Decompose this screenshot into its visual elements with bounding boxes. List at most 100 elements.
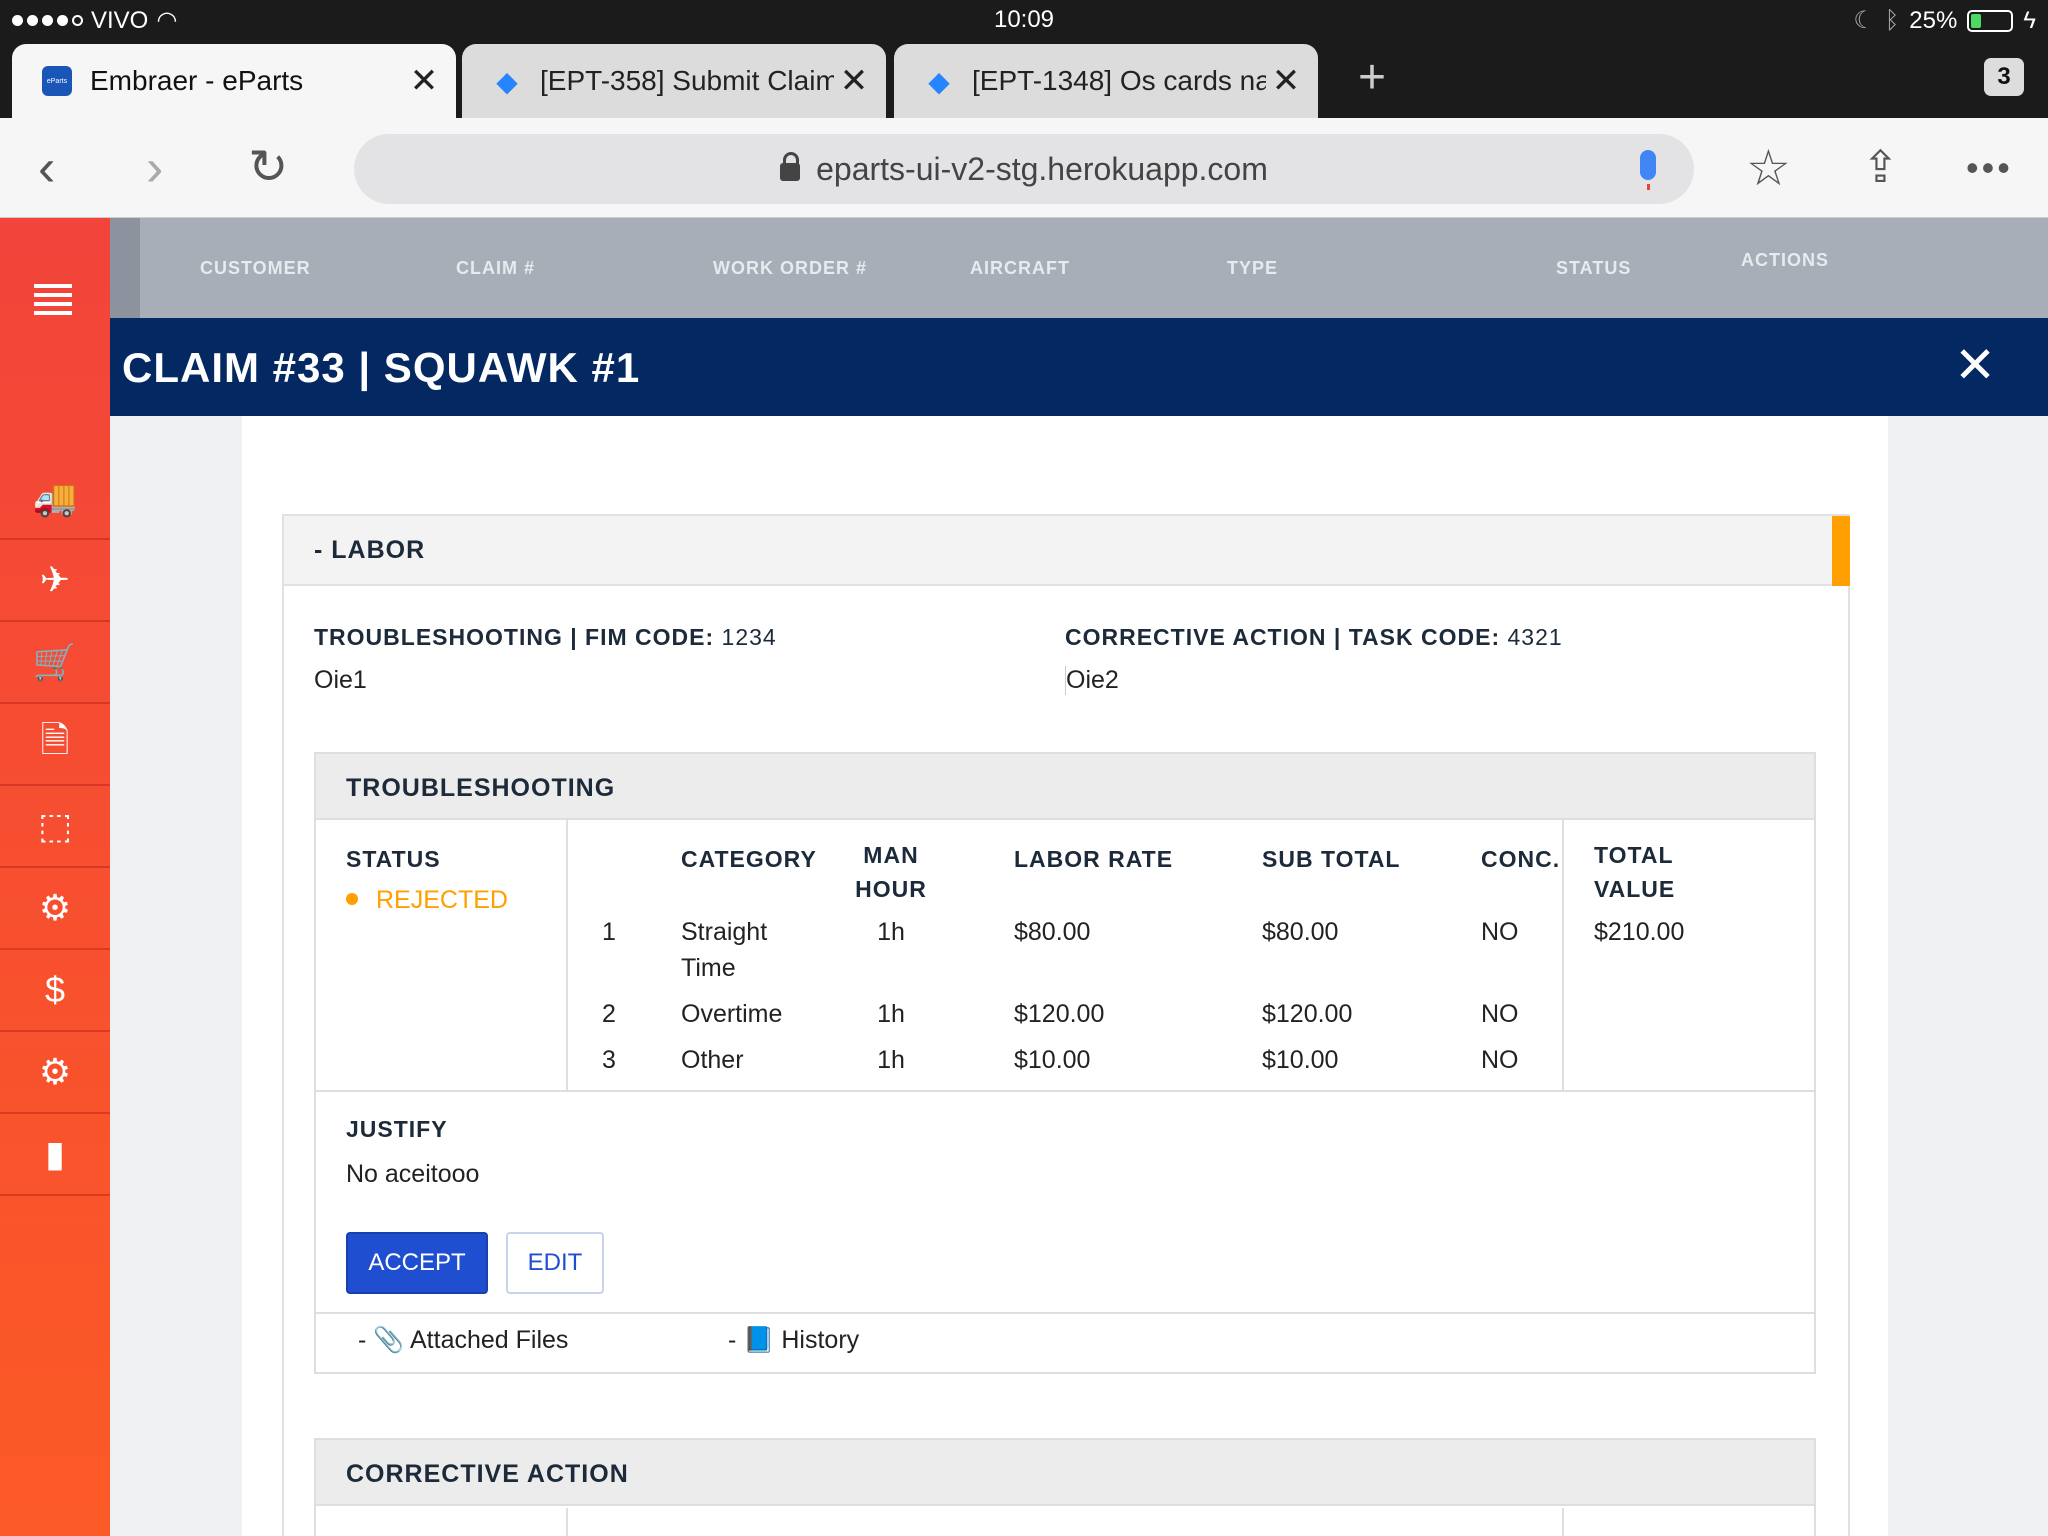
airplane-icon: ✈ <box>39 559 71 600</box>
cart-icon: 🛒 <box>32 641 78 682</box>
row-man-hour: 1h <box>877 1000 905 1028</box>
troubleshooting-panel: TROUBLESHOOTING STATUS REJECTED CATEGORY… <box>314 752 1816 1374</box>
battery-icon <box>1967 9 2014 32</box>
package-return-icon: ⬚ <box>37 805 72 846</box>
sidebar-item-exchange[interactable]: ⚙ <box>0 868 110 950</box>
row-conc: NO <box>1481 1046 1519 1074</box>
close-tab-icon[interactable]: ✕ <box>404 61 444 101</box>
tab-ept-358[interactable]: ◆ [EPT-358] Submit Claim ✕ <box>462 44 886 118</box>
sub-total-header: SUB TOTAL <box>1262 846 1401 872</box>
gear-exchange-icon: ⚙ <box>38 887 72 928</box>
close-modal-icon[interactable]: ✕ <box>1954 336 1996 394</box>
app-sidebar: 🚚 ✈ 🛒 🗎 ⬚ ⚙ $ ⚙ ▮ <box>0 218 110 1536</box>
column-status[interactable]: STATUS <box>1556 258 1631 279</box>
troubleshooting-panel-title: TROUBLESHOOTING <box>346 774 616 802</box>
column-actions: ACTIONS <box>1741 250 1829 270</box>
modal-title: CLAIM #33 | SQUAWK #1 <box>122 344 641 391</box>
row-sub-total: $120.00 <box>1262 1000 1353 1028</box>
sidebar-item-reports[interactable]: ▮ <box>0 1114 110 1196</box>
labor-section: - LABOR TROUBLESHOOTING | FIM CODE: 1234… <box>282 514 1850 1536</box>
column-work-order[interactable]: WORK ORDER # <box>713 258 867 279</box>
share-icon[interactable]: ⇪ <box>1862 140 1899 196</box>
row-number: 2 <box>602 1000 616 1028</box>
column-claim-number[interactable]: CLAIM # <box>456 258 535 279</box>
sidebar-item-orders[interactable]: 🛒 <box>0 622 110 704</box>
bookmark-star-icon[interactable]: ☆ <box>1746 140 1791 196</box>
labor-rate-header: LABOR RATE <box>1014 846 1174 872</box>
attached-files-link[interactable]: - 📎 Attached Files <box>358 1326 568 1355</box>
tab-title: [EPT-358] Submit Claim <box>540 65 834 96</box>
modal-header: CLAIM #33 | SQUAWK #1 ✕ <box>110 318 2048 416</box>
moon-icon: ☾ <box>1853 7 1875 34</box>
troubleshooting-description: Oie1 <box>314 666 367 694</box>
gears-icon: ⚙ <box>38 1051 72 1092</box>
row-sub-total: $80.00 <box>1262 918 1339 946</box>
labor-table: STATUS REJECTED CATEGORY MAN HOUR LABOR … <box>316 820 1814 1092</box>
task-code-value: 4321 <box>1507 624 1563 650</box>
browser-tab-strip: eParts Embraer - eParts ✕ ◆ [EPT-358] Su… <box>0 40 2048 118</box>
browser-toolbar: ‹ › ↻ eparts-ui-v2-stg.herokuapp.com ☆ ⇪… <box>0 118 2048 218</box>
status-badge: REJECTED <box>346 886 508 915</box>
row-category: Straight Time <box>681 918 768 982</box>
attachments-bar: - 📎 Attached Files - 📘 History <box>316 1314 1814 1372</box>
row-labor-rate: $120.00 <box>1014 1000 1105 1028</box>
document-icon: 🗎 <box>40 718 70 760</box>
status-right: ☾ ᛒ 25% ϟ <box>1853 6 2036 35</box>
justify-label: JUSTIFY <box>346 1116 448 1142</box>
tab-count-button[interactable]: 3 <box>1984 58 2024 96</box>
tab-eparts[interactable]: eParts Embraer - eParts ✕ <box>12 44 456 118</box>
corrective-action-panel-header: CORRECTIVE ACTION <box>316 1440 1814 1506</box>
row-category: Other <box>681 1046 744 1074</box>
sidebar-item-aircraft[interactable]: ✈ <box>0 540 110 622</box>
sidebar-item-documents[interactable]: 🗎 <box>0 704 110 786</box>
forward-arrow-icon[interactable]: › <box>146 140 163 196</box>
troubleshooting-panel-header: TROUBLESHOOTING <box>316 754 1814 820</box>
man-hour-header: MAN HOUR <box>855 842 927 902</box>
sidebar-item-returns[interactable]: ⬚ <box>0 786 110 868</box>
history-link[interactable]: - 📘 History <box>728 1326 859 1355</box>
sidebar-item-finance[interactable]: $ <box>0 950 110 1032</box>
back-arrow-icon[interactable]: ‹ <box>38 140 55 196</box>
column-aircraft[interactable]: AIRCRAFT <box>970 258 1070 279</box>
status-header: STATUS <box>346 846 441 872</box>
row-conc: NO <box>1481 1000 1519 1028</box>
eparts-logo-icon: eParts <box>42 66 72 96</box>
row-sub-total: $10.00 <box>1262 1046 1339 1074</box>
justify-area: JUSTIFY No aceitooo ACCEPT EDIT <box>316 1092 1814 1314</box>
close-tab-icon[interactable]: ✕ <box>834 61 874 101</box>
close-tab-icon[interactable]: ✕ <box>1266 61 1306 101</box>
book-icon: 📘 <box>743 1326 775 1354</box>
total-value-header: TOTAL VALUE <box>1594 842 1676 902</box>
row-conc: NO <box>1481 918 1519 946</box>
hamburger-menu-icon[interactable] <box>34 284 72 320</box>
fim-code-value: 1234 <box>721 624 777 650</box>
address-bar[interactable]: eparts-ui-v2-stg.herokuapp.com <box>354 134 1694 204</box>
corrective-action-panel-title: CORRECTIVE ACTION <box>346 1460 629 1488</box>
microphone-icon[interactable] <box>1640 150 1656 190</box>
reload-icon[interactable]: ↻ <box>248 140 288 196</box>
more-options-icon[interactable]: ••• <box>1966 140 2013 196</box>
bluetooth-icon: ᛒ <box>1884 6 1900 34</box>
accept-button[interactable]: ACCEPT <box>346 1232 488 1294</box>
battery-percent: 25% <box>1909 6 1958 34</box>
new-tab-plus-icon[interactable]: + <box>1358 54 1386 102</box>
lock-icon <box>780 152 801 181</box>
sidebar-item-logistics[interactable]: 🚚 <box>0 458 110 540</box>
tab-ept-1348[interactable]: ◆ [EPT-1348] Os cards na ✕ <box>894 44 1318 118</box>
dollar-cycle-icon: $ <box>44 969 66 1010</box>
justify-text: No aceitooo <box>346 1160 480 1188</box>
charging-icon: ϟ <box>2023 6 2036 34</box>
corrective-code-label: CORRECTIVE ACTION | TASK CODE: 4321 <box>1065 624 1563 650</box>
column-customer[interactable]: CUSTOMER <box>200 258 311 279</box>
column-type[interactable]: TYPE <box>1227 258 1278 279</box>
jira-icon: ◆ <box>496 65 518 97</box>
sidebar-item-settings[interactable]: ⚙ <box>0 1032 110 1114</box>
conc-header: CONC. <box>1481 846 1561 872</box>
labor-section-title: - LABOR <box>314 536 426 564</box>
total-value: $210.00 <box>1594 918 1685 946</box>
edit-button[interactable]: EDIT <box>506 1232 604 1294</box>
row-man-hour: 1h <box>877 918 905 946</box>
labor-section-header[interactable]: - LABOR <box>284 516 1850 586</box>
tab-title: [EPT-1348] Os cards na <box>972 65 1266 96</box>
clock: 10:09 <box>993 6 1055 33</box>
